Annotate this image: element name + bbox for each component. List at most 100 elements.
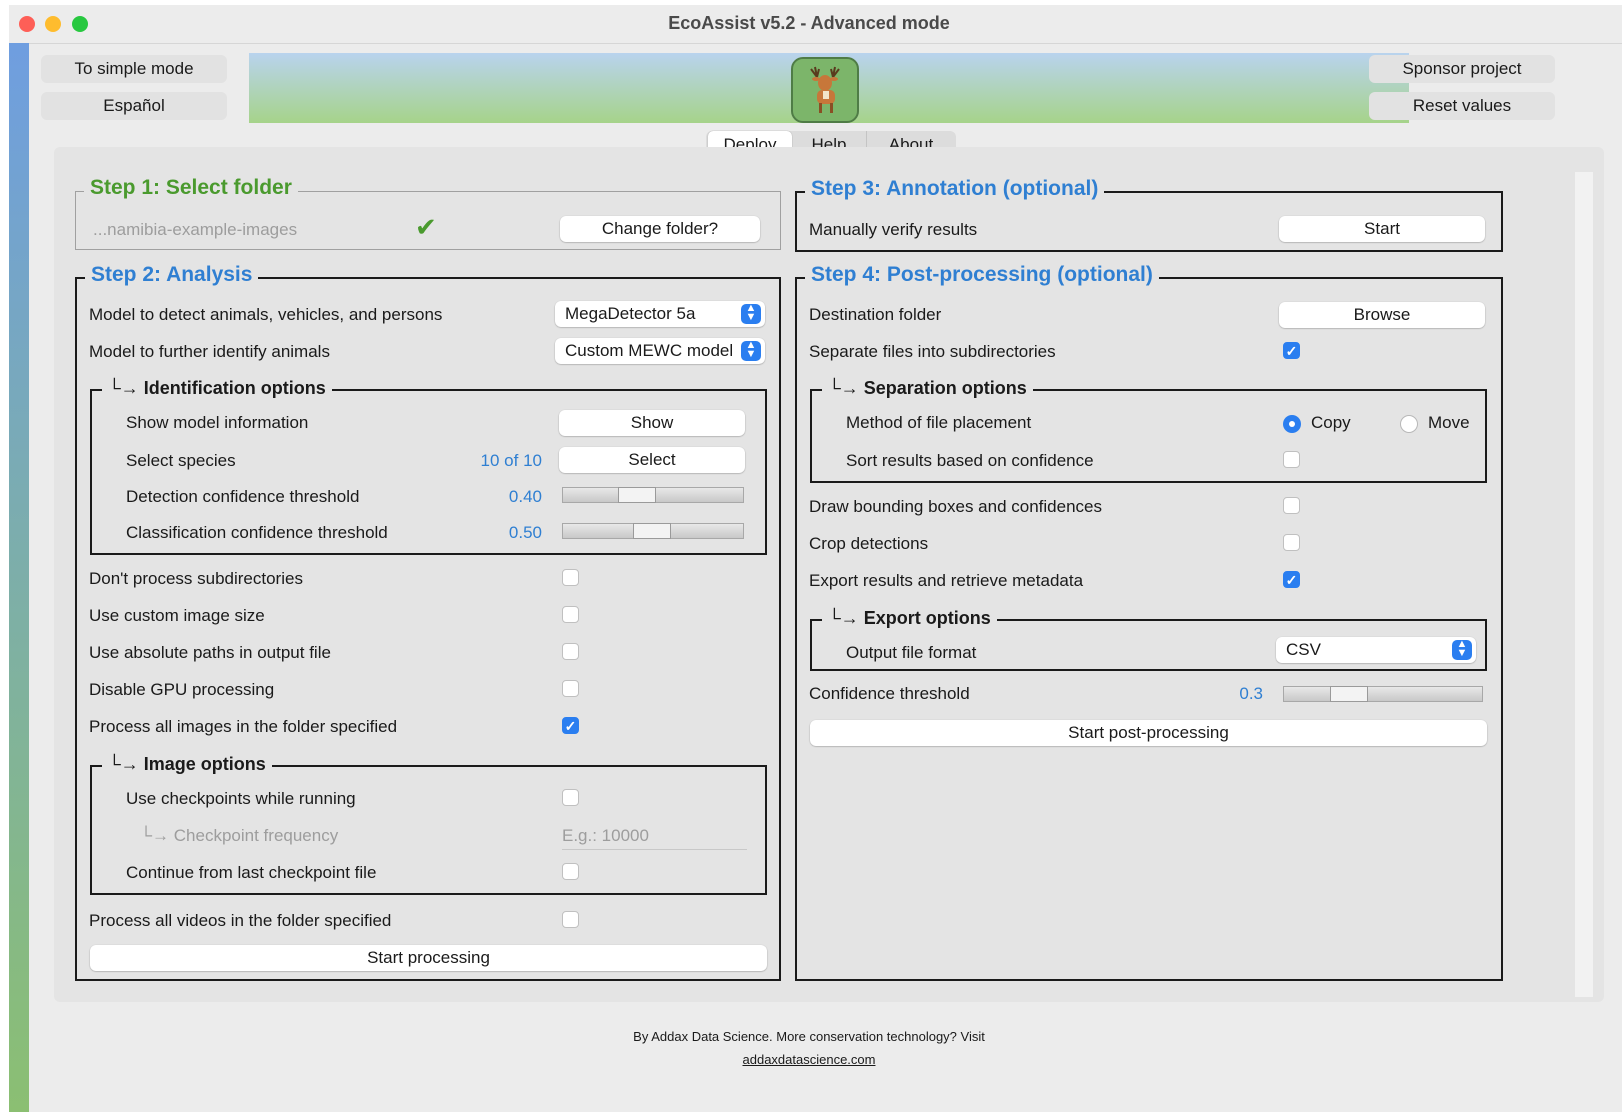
separation-options-label: Separation options [863, 378, 1027, 398]
identification-options-label: Identification options [143, 378, 326, 398]
checkpoints-checkbox[interactable] [562, 789, 579, 806]
footer-text: By Addax Data Science. More conservation… [633, 1029, 985, 1044]
image-options-label: Image options [143, 754, 266, 774]
separate-files-checkbox[interactable]: ✓ [1283, 342, 1300, 359]
title-bar: EcoAssist v5.2 - Advanced mode [9, 5, 1622, 44]
identify-model-value: Custom MEWC model [565, 341, 734, 360]
separate-files-label: Separate files into subdirectories [809, 342, 1056, 361]
export-results-label: Export results and retrieve metadata [809, 571, 1084, 590]
slider-handle[interactable] [1330, 686, 1368, 702]
language-button[interactable]: Español [41, 92, 227, 120]
folder-path: ...namibia-example-images [93, 220, 298, 239]
confidence-threshold-value: 0.3 [1239, 684, 1263, 703]
continue-checkpoint-label: Continue from last checkpoint file [126, 863, 377, 882]
process-images-label: Process all images in the folder specifi… [89, 717, 398, 736]
sort-confidence-label: Sort results based on confidence [846, 451, 1094, 470]
identify-model-select[interactable]: Custom MEWC model ▲ ▼ [555, 338, 765, 364]
crop-detections-checkbox[interactable] [1283, 534, 1300, 551]
image-options-title: └→ Image options [102, 754, 272, 775]
reset-values-button[interactable]: Reset values [1369, 92, 1555, 120]
detect-model-label: Model to detect animals, vehicles, and p… [89, 305, 443, 324]
classification-threshold-label: Classification confidence threshold [126, 523, 388, 542]
identify-model-label: Model to further identify animals [89, 342, 330, 361]
draw-boxes-checkbox[interactable] [1283, 497, 1300, 514]
detection-threshold-value: 0.40 [508, 487, 542, 506]
separation-options-title: └→ Separation options [822, 378, 1033, 399]
corner-arrow-icon: └→ [140, 826, 174, 845]
chevron-up-down-icon: ▲ ▼ [741, 340, 761, 361]
chevron-up-down-icon: ▲ ▼ [1452, 639, 1472, 660]
export-options-title: └→ Export options [822, 608, 997, 629]
confidence-threshold-label: Confidence threshold [809, 684, 970, 703]
image-options-frame: └→ Image options Use checkpoints while r… [90, 754, 767, 895]
process-videos-checkbox[interactable] [562, 911, 579, 928]
step4-frame: Step 4: Post-processing (optional) Desti… [795, 263, 1503, 981]
start-postprocessing-button[interactable]: Start post-processing [810, 720, 1487, 746]
export-results-checkbox[interactable]: ✓ [1283, 571, 1300, 588]
crop-detections-label: Crop detections [809, 534, 929, 553]
corner-arrow-icon: └→ [828, 378, 864, 398]
detect-model-value: MegaDetector 5a [565, 304, 696, 323]
slider-handle[interactable] [633, 523, 671, 539]
identification-options-frame: └→ Identification options Show model inf… [90, 378, 767, 555]
select-species-label: Select species [126, 451, 236, 470]
checkmark-icon: ✔ [415, 212, 437, 242]
process-images-checkbox[interactable]: ✓ [562, 717, 579, 734]
checkpoint-frequency-label: └→ Checkpoint frequency [140, 826, 338, 846]
show-model-info-button[interactable]: Show [559, 410, 745, 436]
disable-gpu-checkbox[interactable] [562, 680, 579, 697]
browse-button[interactable]: Browse [1279, 302, 1485, 328]
window-title: EcoAssist v5.2 - Advanced mode [668, 13, 950, 33]
checkpoint-frequency-text: Checkpoint frequency [173, 826, 339, 845]
continue-checkpoint-checkbox[interactable] [562, 863, 579, 880]
species-count: 10 of 10 [480, 451, 542, 470]
custom-size-checkbox[interactable] [562, 606, 579, 623]
detection-threshold-slider[interactable] [562, 487, 744, 503]
classification-threshold-slider[interactable] [562, 523, 744, 539]
start-processing-button[interactable]: Start processing [90, 945, 767, 971]
step1-frame: Step 1: Select folder ...namibia-example… [75, 176, 781, 250]
step2-frame: Step 2: Analysis Model to detect animals… [75, 263, 781, 981]
separation-options-frame: └→ Separation options Method of file pla… [810, 378, 1487, 483]
corner-arrow-icon: └→ [108, 378, 144, 398]
abs-paths-checkbox[interactable] [562, 643, 579, 660]
no-subdirs-checkbox[interactable] [562, 569, 579, 586]
detection-threshold-label: Detection confidence threshold [126, 487, 360, 506]
corner-arrow-icon: └→ [108, 754, 144, 774]
sort-confidence-checkbox[interactable] [1283, 451, 1300, 468]
move-label[interactable]: Move [1428, 413, 1470, 433]
chevron-up-down-icon: ▲ ▼ [741, 303, 761, 324]
checkpoints-label: Use checkpoints while running [126, 789, 356, 808]
slider-handle[interactable] [618, 487, 656, 503]
identification-options-title: └→ Identification options [102, 378, 332, 399]
copy-label[interactable]: Copy [1311, 413, 1351, 433]
move-radio[interactable] [1400, 415, 1418, 433]
file-placement-label: Method of file placement [846, 413, 1032, 432]
select-species-button[interactable]: Select [559, 447, 745, 473]
change-folder-button[interactable]: Change folder? [560, 216, 760, 242]
show-model-info-label: Show model information [126, 413, 309, 432]
process-videos-label: Process all videos in the folder specifi… [89, 911, 392, 930]
no-subdirs-label: Don't process subdirectories [89, 569, 303, 588]
confidence-threshold-slider[interactable] [1283, 686, 1483, 702]
annotation-start-button[interactable]: Start [1279, 216, 1485, 242]
simple-mode-button[interactable]: To simple mode [41, 55, 227, 83]
output-format-value: CSV [1286, 640, 1321, 659]
verify-results-label: Manually verify results [809, 220, 978, 239]
destination-folder-label: Destination folder [809, 305, 942, 324]
output-format-select[interactable]: CSV ▲ ▼ [1276, 637, 1476, 663]
detect-model-select[interactable]: MegaDetector 5a ▲ ▼ [555, 301, 765, 327]
export-options-frame: └→ Export options Output file format CSV… [810, 608, 1487, 671]
output-format-label: Output file format [846, 643, 977, 662]
side-gradient-bar [9, 43, 29, 1112]
scrollbar[interactable] [1575, 172, 1593, 997]
footer-link[interactable]: addaxdatascience.com [9, 1052, 1609, 1067]
disable-gpu-label: Disable GPU processing [89, 680, 275, 699]
step1-title: Step 1: Select folder [84, 176, 298, 200]
checkpoint-frequency-input[interactable]: E.g.: 10000 [562, 826, 747, 850]
step3-title: Step 3: Annotation (optional) [805, 177, 1105, 201]
draw-boxes-label: Draw bounding boxes and confidences [809, 497, 1102, 516]
corner-arrow-icon: └→ [828, 608, 864, 628]
copy-radio[interactable] [1283, 415, 1301, 433]
sponsor-button[interactable]: Sponsor project [1369, 55, 1555, 83]
